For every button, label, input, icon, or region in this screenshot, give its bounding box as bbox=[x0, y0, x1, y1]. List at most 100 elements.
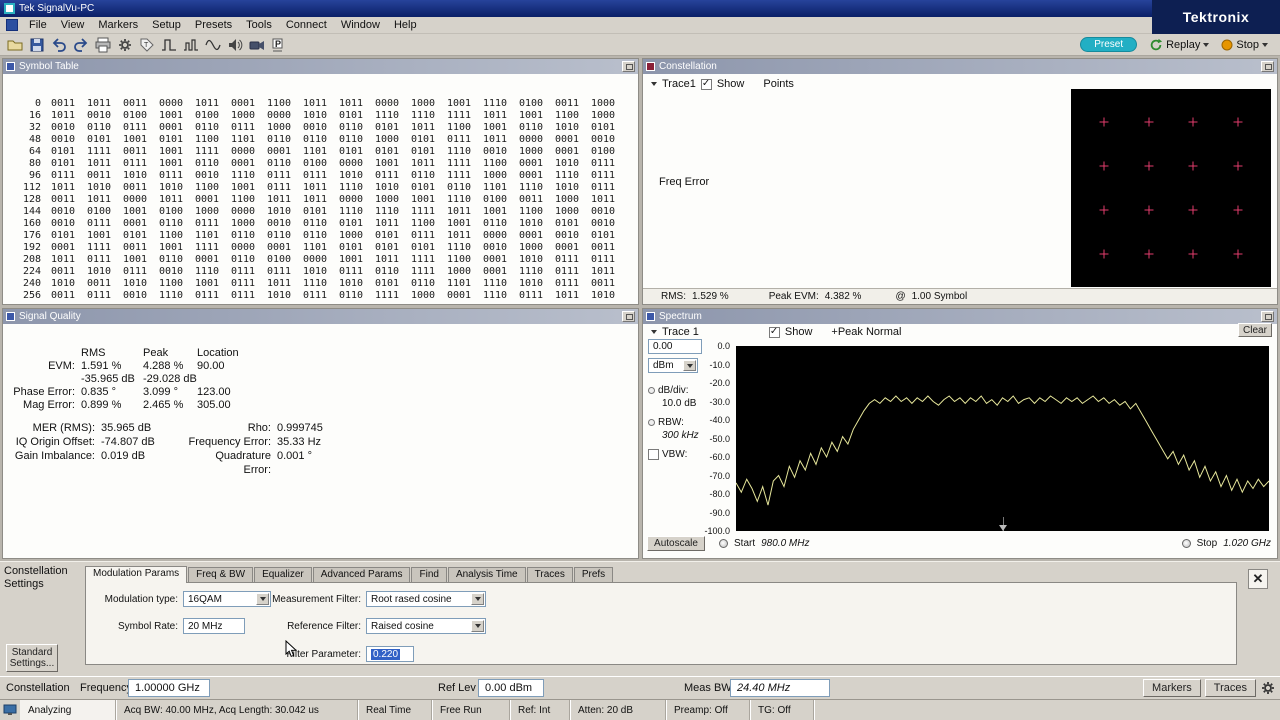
center-freq-marker[interactable] bbox=[999, 525, 1007, 531]
gear-icon[interactable] bbox=[1260, 680, 1276, 696]
trace-collapse-icon[interactable] bbox=[651, 330, 657, 334]
symbol-value: 1011 bbox=[483, 110, 519, 122]
start-value[interactable]: 980.0 MHz bbox=[761, 538, 809, 549]
constellation-plot[interactable] bbox=[1071, 89, 1271, 287]
tag-icon[interactable]: T bbox=[136, 35, 157, 54]
menu-presets[interactable]: Presets bbox=[188, 18, 239, 32]
menu-file[interactable]: File bbox=[22, 18, 54, 32]
undo-icon[interactable] bbox=[48, 35, 69, 54]
vbw-checkbox[interactable] bbox=[648, 449, 659, 460]
show-checkbox[interactable] bbox=[769, 327, 780, 338]
camera-icon[interactable] bbox=[246, 35, 267, 54]
stop-value[interactable]: 1.020 GHz bbox=[1223, 538, 1271, 549]
sine-icon[interactable] bbox=[202, 35, 223, 54]
app-menu-icon[interactable] bbox=[6, 19, 18, 31]
markers-button[interactable]: Markers bbox=[1143, 679, 1201, 697]
panel-restore-button[interactable] bbox=[622, 311, 635, 322]
menu-markers[interactable]: Markers bbox=[91, 18, 145, 32]
symbol-table-caption[interactable]: Symbol Table bbox=[3, 59, 638, 74]
trace-collapse-icon[interactable] bbox=[651, 82, 657, 86]
start-knob-icon[interactable] bbox=[719, 539, 728, 548]
analysis-state: Analyzing bbox=[20, 700, 116, 720]
menu-tools[interactable]: Tools bbox=[239, 18, 279, 32]
tab-analysis-time[interactable]: Analysis Time bbox=[448, 567, 526, 582]
stop-button[interactable]: Stop bbox=[1221, 39, 1268, 51]
tab-equalizer[interactable]: Equalizer bbox=[254, 567, 312, 582]
auto-indicator-icon[interactable] bbox=[648, 387, 655, 394]
symbol-value: 1011 bbox=[303, 194, 339, 206]
clear-button[interactable]: Clear bbox=[1238, 323, 1272, 337]
symbol-value: 1000 bbox=[411, 98, 447, 110]
measurement-filter-select[interactable]: Root rased cosine bbox=[366, 591, 486, 607]
symbol-value: 0001 bbox=[483, 254, 519, 266]
symbol-value: 1011 bbox=[87, 158, 123, 170]
panel-restore-button[interactable] bbox=[622, 61, 635, 72]
instrument-status-icon[interactable] bbox=[0, 700, 20, 720]
panel-restore-button[interactable] bbox=[1261, 311, 1274, 322]
chevron-down-icon[interactable] bbox=[471, 593, 484, 605]
menu-help[interactable]: Help bbox=[387, 18, 424, 32]
standard-settings-button[interactable]: Standard Settings... bbox=[6, 644, 58, 672]
tab-advanced-params[interactable]: Advanced Params bbox=[313, 567, 411, 582]
menu-window[interactable]: Window bbox=[334, 18, 387, 32]
symbol-row-index: 0 bbox=[11, 98, 41, 110]
symbol-value: 0001 bbox=[231, 158, 267, 170]
print-icon[interactable] bbox=[92, 35, 113, 54]
spectrum-plot[interactable] bbox=[736, 346, 1269, 531]
symbol-value: 1000 bbox=[195, 206, 231, 218]
symbol-value: 1100 bbox=[519, 206, 555, 218]
panel-restore-button[interactable] bbox=[1261, 61, 1274, 72]
symbol-value: 0101 bbox=[339, 218, 375, 230]
menu-view[interactable]: View bbox=[54, 18, 92, 32]
symbol-value: 1010 bbox=[519, 254, 555, 266]
pulse-icon[interactable] bbox=[158, 35, 179, 54]
symbol-value: 0110 bbox=[267, 230, 303, 242]
stop-dropdown-icon[interactable] bbox=[1262, 43, 1268, 47]
show-checkbox[interactable] bbox=[701, 79, 712, 90]
spectrum-caption[interactable]: Spectrum bbox=[643, 309, 1277, 324]
tab-prefs[interactable]: Prefs bbox=[574, 567, 613, 582]
settings-close-button[interactable]: ✕ bbox=[1248, 569, 1268, 589]
frequency-field[interactable]: 1.00000 GHz bbox=[128, 679, 210, 697]
open-icon[interactable] bbox=[4, 35, 25, 54]
stop-knob-icon[interactable] bbox=[1182, 539, 1191, 548]
symbol-value: 1011 bbox=[555, 290, 591, 302]
speaker-icon[interactable] bbox=[224, 35, 245, 54]
multipulse-icon[interactable] bbox=[180, 35, 201, 54]
chevron-down-icon[interactable] bbox=[471, 620, 484, 632]
symbol-value: 1010 bbox=[519, 218, 555, 230]
quadrature-error-value: 0.001 ° bbox=[277, 449, 357, 477]
symbol-value: 0111 bbox=[123, 158, 159, 170]
filter-parameter-field[interactable]: 0.220 bbox=[366, 646, 414, 662]
tab-find[interactable]: Find bbox=[411, 567, 446, 582]
traces-button[interactable]: Traces bbox=[1205, 679, 1256, 697]
signal-quality-caption[interactable]: Signal Quality bbox=[3, 309, 638, 324]
ref-lev-field[interactable]: 0.00 dBm bbox=[478, 679, 544, 697]
constellation-caption[interactable]: Constellation bbox=[643, 59, 1277, 74]
auto-indicator-icon[interactable] bbox=[648, 419, 655, 426]
preset-button[interactable]: Preset bbox=[1080, 37, 1137, 52]
marker-p-icon[interactable]: P bbox=[268, 35, 289, 54]
tab-modulation-params[interactable]: Modulation Params bbox=[85, 566, 187, 583]
constellation-point bbox=[1144, 250, 1153, 259]
tab-freq-bw[interactable]: Freq & BW bbox=[188, 567, 253, 582]
symbol-value: 0011 bbox=[51, 290, 87, 302]
save-icon[interactable] bbox=[26, 35, 47, 54]
unit-select[interactable]: dBm bbox=[648, 358, 698, 373]
tab-traces[interactable]: Traces bbox=[527, 567, 573, 582]
symbol-value: 0000 bbox=[231, 206, 267, 218]
reference-filter-select[interactable]: Raised cosine bbox=[366, 618, 486, 634]
replay-button[interactable]: Replay bbox=[1149, 38, 1209, 52]
redo-icon[interactable] bbox=[70, 35, 91, 54]
menu-setup[interactable]: Setup bbox=[145, 18, 188, 32]
symbol-value: 0111 bbox=[303, 170, 339, 182]
gear-icon[interactable] bbox=[114, 35, 135, 54]
mag-error-peak: 2.465 % bbox=[143, 399, 197, 412]
autoscale-button[interactable]: Autoscale bbox=[647, 536, 705, 551]
app-icon bbox=[4, 3, 15, 14]
replay-dropdown-icon[interactable] bbox=[1203, 43, 1209, 47]
symbol-value: 1000 bbox=[519, 242, 555, 254]
symbol-row: 2240011101001110010111001110111101001110… bbox=[11, 266, 638, 278]
meas-bw-field[interactable]: 24.40 MHz bbox=[730, 679, 830, 697]
menu-connect[interactable]: Connect bbox=[279, 18, 334, 32]
